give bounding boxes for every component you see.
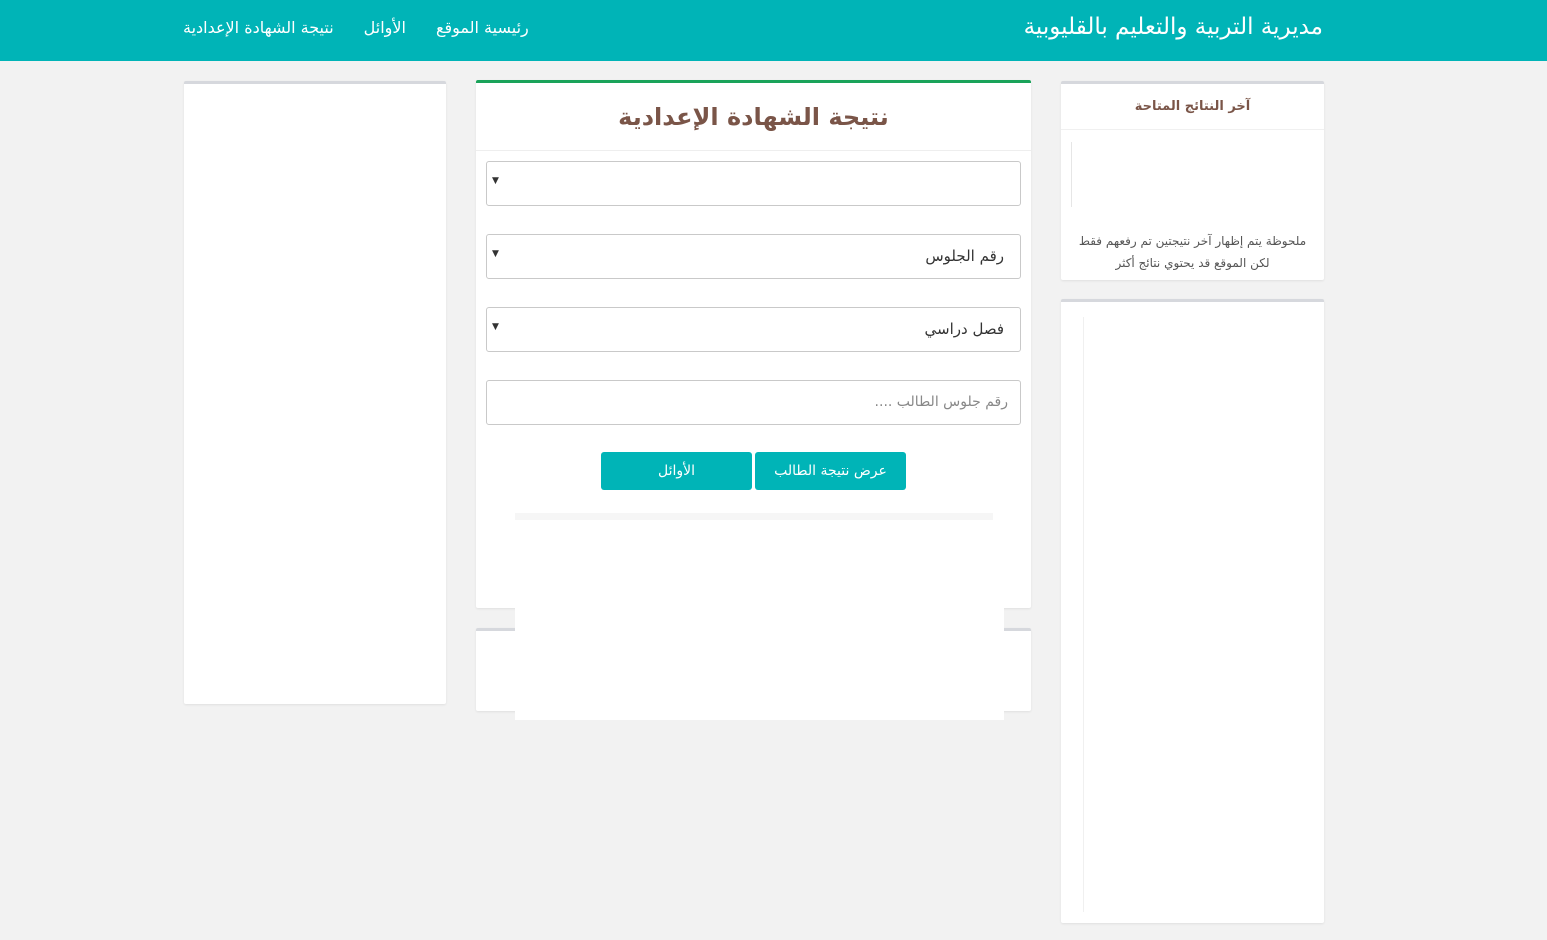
right-sidebar-panel [1061, 299, 1324, 923]
panel-header: نتيجة الشهادة الإعدادية [476, 83, 1031, 151]
latest-results-note: ملحوظة يتم إظهار آخر نتيجتين تم رفعهم فق… [1078, 234, 1307, 270]
show-result-button[interactable]: عرض نتيجة الطالب [755, 452, 906, 490]
caret-down-icon: ▼ [492, 176, 499, 186]
latest-results-list [1071, 142, 1072, 207]
page-title: نتيجة الشهادة الإعدادية [618, 102, 889, 131]
latest-results-panel: آخر النتائج المتاحة ملحوظة يتم إظهار آخر… [1061, 81, 1324, 280]
caret-down-icon: ▼ [492, 322, 499, 332]
latest-results-header: آخر النتائج المتاحة [1061, 84, 1324, 130]
nav-top-students[interactable]: الأوائل [364, 18, 406, 37]
search-type-value: رقم الجلوس [925, 247, 1004, 265]
latest-results-title: آخر النتائج المتاحة [1134, 99, 1251, 114]
top-students-button[interactable]: الأوائل [601, 452, 752, 490]
left-sidebar-panel [184, 81, 446, 704]
nav-home[interactable]: رئيسية الموقع [436, 18, 529, 37]
nav-prep-results[interactable]: نتيجة الشهادة الإعدادية [183, 18, 334, 37]
term-select[interactable]: فصل دراسي ▼ [486, 307, 1021, 352]
main-nav: نتيجة الشهادة الإعدادية الأوائل رئيسية ا… [183, 18, 529, 37]
ad-slot [515, 513, 1004, 720]
seat-number-placeholder: رقم جلوس الطالب .... [874, 394, 1008, 410]
right-sidebar-divider [1083, 317, 1084, 912]
top-navbar: مديرية التربية والتعليم بالقليوبية نتيجة… [0, 0, 1547, 61]
ad-slot-strip [515, 513, 993, 520]
caret-down-icon: ▼ [492, 249, 499, 259]
site-title[interactable]: مديرية التربية والتعليم بالقليوبية [1024, 14, 1323, 40]
term-select-value: فصل دراسي [924, 320, 1004, 338]
search-type-select[interactable]: رقم الجلوس ▼ [486, 234, 1021, 279]
stage-select[interactable]: ▼ [486, 161, 1021, 206]
seat-number-input[interactable]: رقم جلوس الطالب .... [486, 380, 1021, 425]
